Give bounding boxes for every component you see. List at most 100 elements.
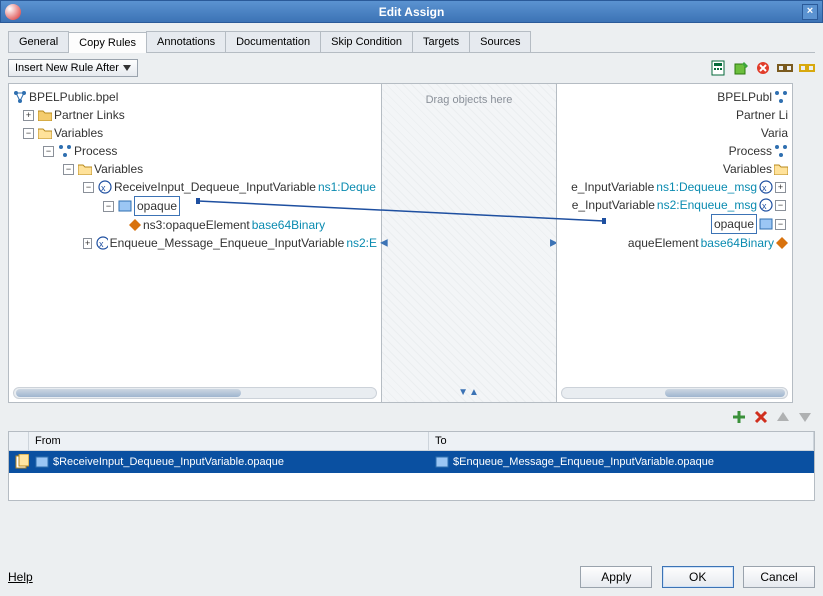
rule-to-value: $Enqueue_Message_Enqueue_InputVariable.o… — [453, 456, 714, 468]
copy-rule-icon — [15, 454, 29, 470]
tree-out-type-r: ns2:Enqueue_msg — [657, 196, 757, 214]
folder-open-icon — [78, 163, 92, 175]
tree-in-type-r: ns1:Dequeue_msg — [656, 178, 757, 196]
variable-icon: x — [759, 198, 773, 212]
move-up-icon[interactable] — [775, 409, 791, 425]
tree-toggle[interactable]: − — [63, 164, 74, 175]
tab-skip-condition[interactable]: Skip Condition — [320, 31, 413, 52]
tree-in-var-r[interactable]: e_InputVariable — [571, 178, 654, 196]
tab-bar: General Copy Rules Annotations Documenta… — [8, 31, 815, 53]
element-icon — [435, 456, 449, 468]
tree-toggle[interactable]: − — [23, 128, 34, 139]
tree-toggle[interactable]: + — [775, 182, 786, 193]
tree-opaque-elem-type: base64Binary — [252, 216, 325, 234]
toolbar-add-icon[interactable] — [733, 60, 749, 76]
tree-variables2-r[interactable]: Variables — [723, 160, 772, 178]
tree-opaque-elem-type-r: base64Binary — [701, 234, 774, 252]
add-rule-icon[interactable] — [731, 409, 747, 425]
opaque-element-icon — [776, 237, 788, 249]
pane-collapse-down-icon[interactable]: ▼▲ — [458, 387, 480, 398]
tree-partner-links-r[interactable]: Partner Li — [736, 106, 788, 124]
help-link[interactable]: Help — [8, 570, 33, 584]
tree-toggle[interactable]: − — [775, 200, 786, 211]
variable-icon: x — [98, 180, 112, 194]
titlebar: Edit Assign × — [0, 0, 823, 23]
tree-toggle[interactable]: + — [83, 238, 92, 249]
rules-table: From To $ReceiveInput_Dequeue_InputVaria… — [8, 431, 815, 501]
bpel-icon — [13, 90, 27, 104]
svg-text:x: x — [99, 239, 104, 249]
window-title: Edit Assign — [379, 5, 445, 19]
tree-process[interactable]: Process — [74, 142, 117, 160]
tree-variables2[interactable]: Variables — [94, 160, 143, 178]
tree-enqueue-type: ns2:E — [346, 234, 377, 252]
tree-toggle[interactable]: − — [43, 146, 54, 157]
folder-open-icon — [38, 127, 52, 139]
tree-opaque-selected[interactable]: opaque — [134, 196, 180, 216]
svg-text:x: x — [762, 183, 767, 193]
tab-general[interactable]: General — [8, 31, 69, 52]
tree-toggle[interactable]: − — [83, 182, 94, 193]
apply-button[interactable]: Apply — [580, 566, 652, 588]
cancel-button[interactable]: Cancel — [743, 566, 815, 588]
tree-receive-type: ns1:Deque — [318, 178, 376, 196]
drop-zone[interactable]: ◀ Drag objects here ▶ ▼▲ — [382, 83, 556, 403]
variable-icon: x — [96, 236, 107, 250]
svg-text:x: x — [762, 201, 767, 211]
source-hscrollbar[interactable] — [13, 387, 377, 399]
tab-targets[interactable]: Targets — [412, 31, 470, 52]
drop-zone-text: Drag objects here — [426, 94, 513, 106]
insert-rule-dropdown[interactable]: Insert New Rule After — [8, 59, 138, 77]
tree-root[interactable]: BPELPublic.bpel — [29, 88, 118, 106]
tree-opaque-selected-r[interactable]: opaque — [711, 214, 757, 234]
pane-collapse-left-icon[interactable]: ◀ — [380, 238, 388, 249]
window-close-button[interactable]: × — [802, 4, 818, 20]
folder-open-icon — [774, 163, 788, 175]
tree-partner-links[interactable]: Partner Links — [54, 106, 125, 124]
opaque-element-icon — [129, 219, 141, 231]
delete-rule-icon[interactable] — [753, 409, 769, 425]
folder-icon — [38, 109, 52, 121]
tree-receive-var[interactable]: ReceiveInput_Dequeue_InputVariable — [114, 178, 316, 196]
tree-variables-r[interactable]: Varia — [761, 124, 788, 142]
bpel-icon — [774, 90, 788, 104]
tree-variables[interactable]: Variables — [54, 124, 103, 142]
tree-opaque-elem[interactable]: ns3:opaqueElement — [143, 216, 250, 234]
rule-toolbar: Insert New Rule After — [8, 59, 815, 77]
rule-actions — [8, 403, 815, 431]
tab-copy-rules[interactable]: Copy Rules — [68, 32, 147, 53]
mapping-panes: BPELPublic.bpel + Partner Links − Variab… — [8, 83, 815, 403]
move-down-icon[interactable] — [797, 409, 813, 425]
toolbar-calc-icon[interactable] — [711, 60, 727, 76]
tree-out-var-r[interactable]: e_InputVariable — [572, 196, 655, 214]
toolbar-delete-icon[interactable] — [755, 60, 771, 76]
tree-toggle[interactable]: + — [23, 110, 34, 121]
toolbar-link-gold-icon[interactable] — [799, 60, 815, 76]
tree-enqueue-var[interactable]: Enqueue_Message_Enqueue_InputVariable — [110, 234, 345, 252]
tree-process-r[interactable]: Process — [729, 142, 772, 160]
tree-toggle[interactable]: − — [103, 201, 114, 212]
toolbar-link-icon[interactable] — [777, 60, 793, 76]
target-tree-pane: BPELPubl Partner Li Varia Process Variab… — [556, 83, 793, 403]
tree-root-r[interactable]: BPELPubl — [717, 88, 772, 106]
chevron-down-icon — [123, 65, 131, 71]
rule-row[interactable]: $ReceiveInput_Dequeue_InputVariable.opaq… — [9, 451, 814, 473]
tree-opaque-elem-r[interactable]: aqueElement — [628, 234, 699, 252]
ok-button[interactable]: OK — [662, 566, 734, 588]
tab-documentation[interactable]: Documentation — [225, 31, 321, 52]
element-icon — [759, 218, 773, 230]
target-hscrollbar[interactable] — [561, 387, 788, 399]
tab-sources[interactable]: Sources — [469, 31, 531, 52]
svg-text:x: x — [101, 183, 106, 193]
app-icon — [5, 4, 21, 20]
element-icon — [118, 200, 132, 212]
tree-toggle[interactable]: − — [775, 219, 786, 230]
process-icon — [58, 144, 72, 158]
col-to-header[interactable]: To — [429, 432, 814, 450]
col-icon-header — [9, 432, 29, 450]
tab-annotations[interactable]: Annotations — [146, 31, 226, 52]
insert-rule-label: Insert New Rule After — [15, 62, 119, 74]
col-from-header[interactable]: From — [29, 432, 429, 450]
rule-from-value: $ReceiveInput_Dequeue_InputVariable.opaq… — [53, 456, 284, 468]
source-tree-pane: BPELPublic.bpel + Partner Links − Variab… — [8, 83, 382, 403]
